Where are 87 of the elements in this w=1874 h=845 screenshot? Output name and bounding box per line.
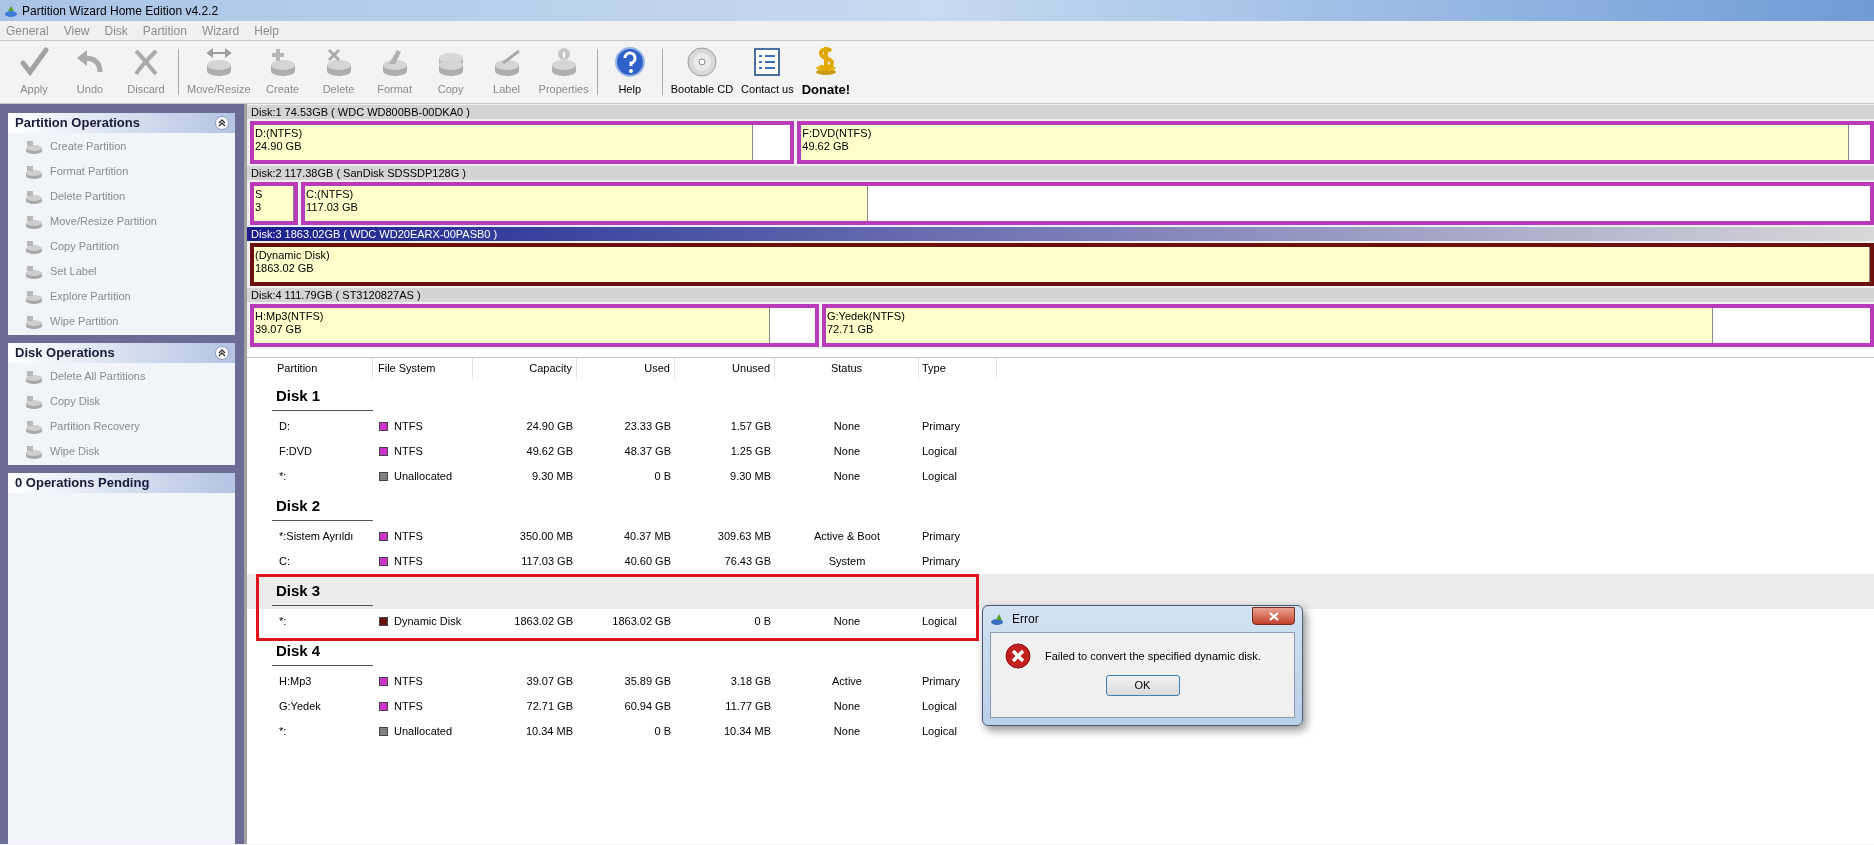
table-cell: *: (279, 725, 287, 738)
table-cell: Logical (922, 725, 957, 738)
table-cell: 1.57 GB (730, 420, 771, 433)
panel-title: Disk Operations (15, 344, 115, 363)
table-cell: None (833, 470, 861, 483)
table-cell: 11.77 GB (725, 700, 771, 713)
table-cell: 3.18 GB (730, 675, 771, 688)
table-cell: None (833, 615, 861, 628)
table-cell: 49.62 GB (526, 445, 573, 458)
table-cell: None (833, 700, 861, 713)
table-cell: 72.71 GB (526, 700, 573, 713)
table-cell: 40.60 GB (624, 555, 671, 568)
table-cell: 10.34 MB (723, 725, 771, 738)
partition-name: (Dynamic Disk) (255, 249, 331, 262)
partition-name: H:Mp3(NTFS) (255, 310, 325, 323)
partition-size: 72.71 GB (827, 323, 875, 336)
partition-name: G:Yedek(NTFS) (827, 310, 906, 323)
table-cell: 1863.02 GB (514, 615, 573, 628)
table-cell: 0 B (754, 615, 771, 628)
table-cell: C: (279, 555, 290, 568)
partition-name: S (255, 188, 264, 201)
disk-title: Disk 4 (276, 642, 321, 659)
table-cell: Primary (922, 420, 960, 433)
table-cell: G:Yedek (279, 700, 321, 713)
table-cell: 0 B (654, 725, 671, 738)
table-cell: 309.63 MB (717, 530, 771, 543)
table-cell-text: NTFS (394, 554, 423, 570)
table-cell: 60.94 GB (624, 700, 671, 713)
disk-title: Disk 2 (276, 497, 321, 514)
table-cell: 24.90 GB (526, 420, 573, 433)
table-cell: F:DVD (279, 445, 312, 458)
table-cell: Logical (922, 445, 957, 458)
partition-name: F:DVD(NTFS) (802, 127, 873, 140)
partition-size: 3 (255, 201, 263, 214)
disk-title: Disk 3 (276, 582, 321, 599)
table-cell-text: Unallocated (394, 724, 453, 740)
table-cell: 35.89 GB (624, 675, 671, 688)
table-cell: Logical (922, 700, 957, 713)
table-cell: None (833, 725, 861, 738)
table-cell: 350.00 MB (519, 530, 573, 543)
table-cell-text: NTFS (394, 419, 423, 435)
table-cell: 0 B (654, 470, 671, 483)
table-cell: Active & Boot (813, 530, 880, 543)
disk-title: Disk 1 (276, 387, 321, 404)
partition-size: 49.62 GB (802, 140, 850, 153)
table-cell: *: (279, 615, 287, 628)
table-cell: 117.03 GB (521, 555, 573, 568)
table-cell: 76.43 GB (724, 555, 771, 568)
table-cell: System (828, 555, 866, 568)
table-cell: 1.25 GB (730, 445, 771, 458)
table-cell: None (833, 420, 861, 433)
table-cell-text: Unallocated (394, 469, 453, 485)
partition-size: 39.07 GB (255, 323, 303, 336)
table-cell: 9.30 MB (532, 470, 573, 483)
table-cell: *: (279, 470, 287, 483)
partition-size: 1863.02 GB (255, 262, 315, 275)
table-cell: 23.33 GB (624, 420, 671, 433)
table-cell: Primary (922, 675, 960, 688)
table-cell: 10.34 MB (525, 725, 573, 738)
partition-name: C:(NTFS) (306, 188, 355, 201)
panel-title: 0 Operations Pending (15, 474, 150, 493)
table-cell: 9.30 MB (730, 470, 771, 483)
table-cell: Logical (922, 470, 957, 483)
table-cell: H:Mp3 (279, 675, 312, 688)
table-cell: 39.07 GB (526, 675, 573, 688)
dialog-message: Failed to convert the specified dynamic disk. (1045, 648, 1261, 664)
dialog-title: Error (1012, 611, 1040, 628)
table-cell: Primary (922, 530, 960, 543)
partition-size: 24.90 GB (255, 140, 303, 153)
table-cell: 40.37 MB (623, 530, 671, 543)
partition-name: D:(NTFS) (255, 127, 304, 140)
table-cell: Active (832, 675, 862, 688)
table-cell-text: NTFS (394, 444, 423, 460)
table-cell-text: NTFS (394, 699, 423, 715)
table-cell: Logical (922, 615, 957, 628)
table-cell: *:Sistem Ayrıldı (279, 530, 354, 543)
window-title: Partition Wizard Home Edition v4.2.2 (22, 2, 219, 20)
table-cell: Primary (922, 555, 960, 568)
table-cell-text: NTFS (394, 529, 423, 545)
table-cell: 1863.02 GB (612, 615, 671, 628)
table-cell-text: Dynamic Disk (394, 614, 462, 630)
table-cell-text: NTFS (394, 674, 423, 690)
table-cell: D: (279, 420, 290, 433)
table-cell: None (833, 445, 861, 458)
partition-size: 117.03 GB (306, 201, 359, 214)
table-cell: 48.37 GB (624, 445, 671, 458)
panel-title: Partition Operations (15, 114, 140, 133)
